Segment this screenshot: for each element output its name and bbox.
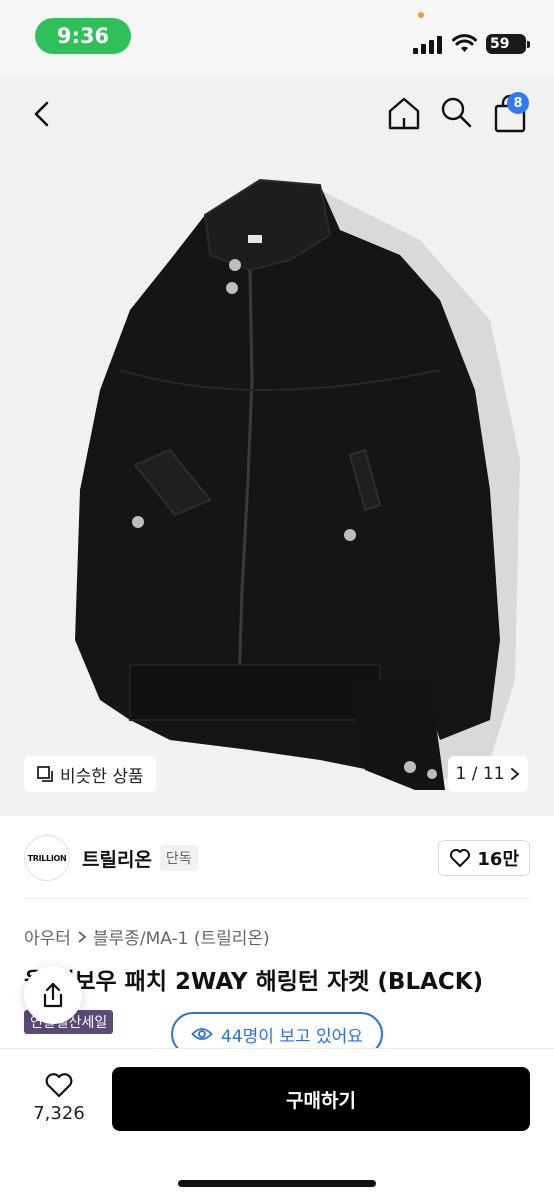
share-button[interactable] (24, 966, 82, 1024)
heart-icon (45, 1073, 73, 1098)
exclusive-tag: 단독 (159, 845, 198, 871)
status-time: 9:36 (35, 18, 131, 54)
chevron-left-icon (34, 101, 49, 127)
cart-count-badge: 8 (507, 92, 529, 114)
chevron-right-icon (78, 930, 87, 943)
section-divider (24, 898, 530, 899)
product-image-jacket[interactable] (20, 160, 540, 810)
buy-button[interactable]: 구매하기 (112, 1067, 530, 1131)
product-title: 울 레보우 패치 2WAY 해링턴 자켓 (BLACK) (24, 969, 484, 995)
status-bar: 9:36 59 (0, 0, 554, 76)
battery-indicator: 59 (486, 34, 530, 54)
chevron-right-icon (511, 768, 521, 780)
wifi-icon (452, 34, 477, 52)
image-pager-count: 1 / 11 (455, 764, 505, 784)
breadcrumb-category[interactable]: 아우터 (24, 924, 71, 949)
brand-name[interactable]: 트릴리온 (82, 845, 152, 872)
brand-logo[interactable]: TRILLION (24, 835, 70, 881)
brand-row[interactable]: TRILLION 트릴리온 단독 16만 (24, 830, 530, 886)
search-icon[interactable] (438, 94, 474, 130)
wishlist-button[interactable]: 7,326 (24, 1066, 94, 1130)
wishlist-count: 7,326 (33, 1103, 85, 1124)
viewers-count: 44명이 보고 있어요 (221, 1026, 363, 1047)
brand-like-button[interactable]: 16만 (438, 840, 530, 876)
brand-like-count: 16만 (477, 849, 519, 870)
cellular-signal-icon (413, 36, 442, 54)
share-icon (43, 982, 63, 1008)
similar-items-icon (37, 766, 53, 782)
eye-icon (191, 1028, 213, 1040)
back-button[interactable] (24, 96, 60, 132)
similar-products-button[interactable]: 비슷한 상품 (24, 756, 156, 792)
image-pager[interactable]: 1 / 11 (448, 756, 528, 792)
similar-products-label: 비슷한 상품 (60, 766, 144, 787)
home-icon[interactable] (385, 94, 423, 132)
home-indicator[interactable] (178, 1180, 376, 1187)
heart-icon (450, 849, 471, 867)
breadcrumb-subcategory[interactable]: 블루종/MA-1 (트릴리온) (93, 924, 270, 949)
privacy-indicator-dot (418, 12, 424, 18)
breadcrumb[interactable]: 아우터 블루종/MA-1 (트릴리온) (24, 924, 270, 949)
